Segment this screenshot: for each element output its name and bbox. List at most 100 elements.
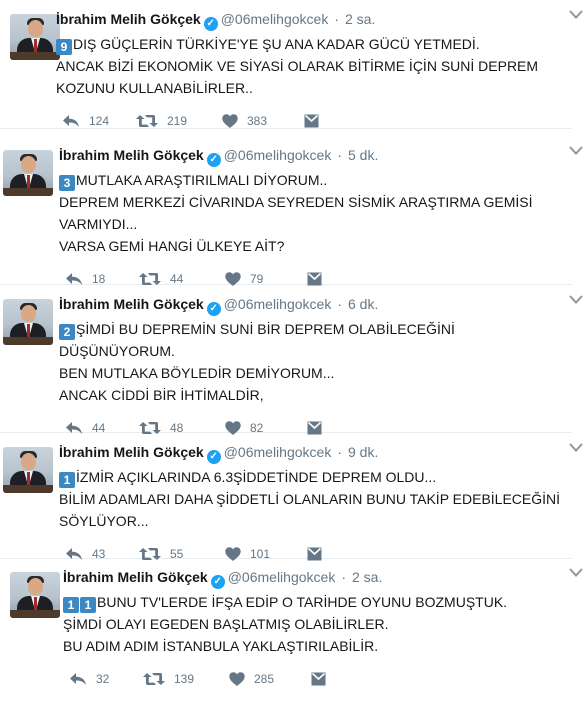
replie-count: 44 [92, 421, 106, 435]
tweet-actions: 32 139 285 [63, 669, 363, 689]
tweet-timestamp[interactable]: 2 sa. [352, 569, 382, 585]
keycap-number-emoji: 1 [80, 597, 96, 613]
direct-message-button[interactable] [304, 111, 319, 131]
retweet-button[interactable]: 219 [136, 111, 187, 131]
tweet[interactable]: İbrahim Melih Gökçek ✓ @06melihgokcek · 6 dk… [3, 293, 583, 441]
avatar[interactable] [3, 299, 53, 345]
direct-message-button[interactable] [307, 269, 322, 289]
separator-dot: · [337, 147, 342, 163]
author-handle[interactable]: @06melihgokcek [224, 296, 332, 312]
author-handle[interactable]: @06melihgokcek [228, 569, 336, 585]
reply-icon [62, 114, 80, 128]
like-count: 285 [254, 672, 275, 686]
replie-count: 18 [92, 272, 106, 286]
separator-dot: · [337, 444, 342, 460]
like-button[interactable]: 82 [225, 418, 263, 438]
author-handle[interactable]: @06melihgokcek [224, 444, 332, 460]
direct-message-button[interactable] [307, 544, 322, 564]
tweet-text-content: KOZUNU KULLANABİLİRLER.. [56, 80, 253, 96]
tweet-timestamp[interactable]: 6 dk. [348, 296, 378, 312]
direct-message-icon [307, 421, 322, 435]
tweet-text-content: ŞİMDİ OLAYI EGEDEN BAŞLATMIŞ OLABİLİRLER… [63, 616, 389, 632]
verified-icon: ✓ [206, 302, 221, 316]
author-name[interactable]: İbrahim Melih Gökçek [59, 444, 204, 460]
author-name[interactable]: İbrahim Melih Gökçek [59, 147, 204, 163]
tweet-text-content: SÖYLÜYOR... [59, 513, 149, 529]
author-handle[interactable]: @06melihgokcek [224, 147, 332, 163]
reply-button[interactable]: 124 [62, 111, 109, 131]
tweet-text-line: 1 İZMİR AÇIKLARINDA 6.3ŞİDDETİNDE DEPREM … [59, 466, 560, 488]
like-button[interactable]: 285 [229, 669, 274, 689]
tweet[interactable]: İbrahim Melih Gökçek ✓ @06melihgokcek · 2 sa… [10, 566, 583, 714]
replie-count: 43 [92, 547, 106, 561]
author-name[interactable]: İbrahim Melih Gökçek [59, 296, 204, 312]
like-icon [225, 421, 241, 435]
reply-button[interactable]: 18 [65, 269, 105, 289]
keycap-number-emoji: 2 [59, 324, 75, 340]
avatar[interactable] [10, 572, 60, 618]
separator-dot: · [334, 11, 339, 27]
like-button[interactable]: 101 [225, 544, 270, 564]
retweet-button[interactable]: 139 [143, 669, 194, 689]
tweet-text-content: ANCAK CİDDİ BİR İHTİMALDİR, [59, 387, 264, 403]
tweet-actions: 43 55 101 [59, 544, 359, 564]
retweet-icon [139, 547, 161, 561]
reply-button[interactable]: 43 [65, 544, 105, 564]
tweet-timestamp[interactable]: 5 dk. [348, 147, 378, 163]
like-button[interactable]: 79 [225, 269, 263, 289]
tweet-text-content: BEN MUTLAKA BÖYLEDİR DEMİYORUM... [59, 365, 335, 381]
caret-down-icon[interactable] [568, 441, 583, 455]
tweet-timestamp[interactable]: 9 dk. [348, 444, 378, 460]
tweet-header: İbrahim Melih Gökçek ✓ @06melihgokcek · 2 sa… [56, 10, 375, 31]
retweet-button[interactable]: 44 [139, 269, 183, 289]
retweet-count: 139 [174, 672, 195, 686]
caret-down-icon[interactable] [568, 144, 583, 158]
direct-message-button[interactable] [307, 418, 322, 438]
tweet-text: 3 MUTLAKA ARAŞTIRILMALI DİYORUM.. DEPREM M… [59, 169, 533, 257]
verified-icon: ✓ [203, 17, 218, 31]
caret-down-icon[interactable] [568, 566, 583, 580]
caret-down-icon[interactable] [568, 293, 583, 307]
verified-icon: ✓ [210, 575, 225, 589]
tweet-timestamp[interactable]: 2 sa. [345, 11, 375, 27]
retweet-button[interactable]: 48 [139, 418, 183, 438]
reply-button[interactable]: 32 [69, 669, 109, 689]
tweet-text-content: VARMIYDI... [59, 216, 138, 232]
tweet-text-content: DIŞ GÜÇLERİN TÜRKİYE'YE ŞU ANA KADAR GÜC… [73, 36, 480, 52]
tweet-text: 2 ŞİMDİ BU DEPREMİN SUNİ BİR DEPREM OLABİ… [59, 318, 455, 406]
tweet[interactable]: İbrahim Melih Gökçek ✓ @06melihgokcek · 2 sa… [10, 8, 583, 156]
author-handle[interactable]: @06melihgokcek [221, 11, 329, 27]
tweet-text-line: BİLİM ADAMLARI DAHA ŞİDDETLİ OLANLARIN B… [59, 488, 560, 510]
avatar[interactable] [10, 14, 60, 60]
tweet-text-content: VARSA GEMİ HANGİ ÜLKEYE AİT? [59, 238, 285, 254]
like-icon [222, 114, 238, 128]
retweet-count: 48 [170, 421, 184, 435]
author-name[interactable]: İbrahim Melih Gökçek [56, 11, 201, 27]
like-button[interactable]: 383 [222, 111, 267, 131]
avatar[interactable] [3, 150, 53, 196]
tweet-text-content: ANCAK BİZİ EKONOMİK VE SİYASİ OLARAK BİT… [56, 58, 539, 74]
retweet-icon [136, 114, 158, 128]
tweet-text-content: BUNU TV'LERDE İFŞA EDİP O TARİHDE OYUNU … [97, 594, 508, 610]
tweet-header: İbrahim Melih Gökçek ✓ @06melihgokcek · 5 dk… [59, 146, 378, 167]
tweet-header: İbrahim Melih Gökçek ✓ @06melihgokcek · 2 sa… [63, 568, 382, 589]
direct-message-button[interactable] [311, 669, 326, 689]
replie-count: 32 [96, 672, 110, 686]
tweet-actions: 44 48 82 [59, 418, 359, 438]
tweet-text-line: VARSA GEMİ HANGİ ÜLKEYE AİT? [59, 235, 533, 257]
tweet-text-line: DÜŞÜNÜYORUM. [59, 340, 455, 362]
retweet-button[interactable]: 55 [139, 544, 183, 564]
separator-dot: · [337, 296, 342, 312]
retweet-count: 55 [170, 547, 184, 561]
reply-button[interactable]: 44 [65, 418, 105, 438]
tweet-text-line: 3 MUTLAKA ARAŞTIRILMALI DİYORUM.. [59, 169, 533, 191]
avatar[interactable] [3, 447, 53, 493]
author-name[interactable]: İbrahim Melih Gökçek [63, 569, 208, 585]
tweet[interactable]: İbrahim Melih Gökçek ✓ @06melihgokcek · 5 dk… [3, 144, 583, 292]
like-icon [225, 272, 241, 286]
tweet-text-line: ŞİMDİ OLAYI EGEDEN BAŞLATMIŞ OLABİLİRLER… [63, 613, 507, 635]
replie-count: 124 [89, 114, 110, 128]
tweet-text: 1 İZMİR AÇIKLARINDA 6.3ŞİDDETİNDE DEPREM … [59, 466, 560, 532]
like-count: 79 [250, 272, 264, 286]
caret-down-icon[interactable] [568, 8, 583, 22]
